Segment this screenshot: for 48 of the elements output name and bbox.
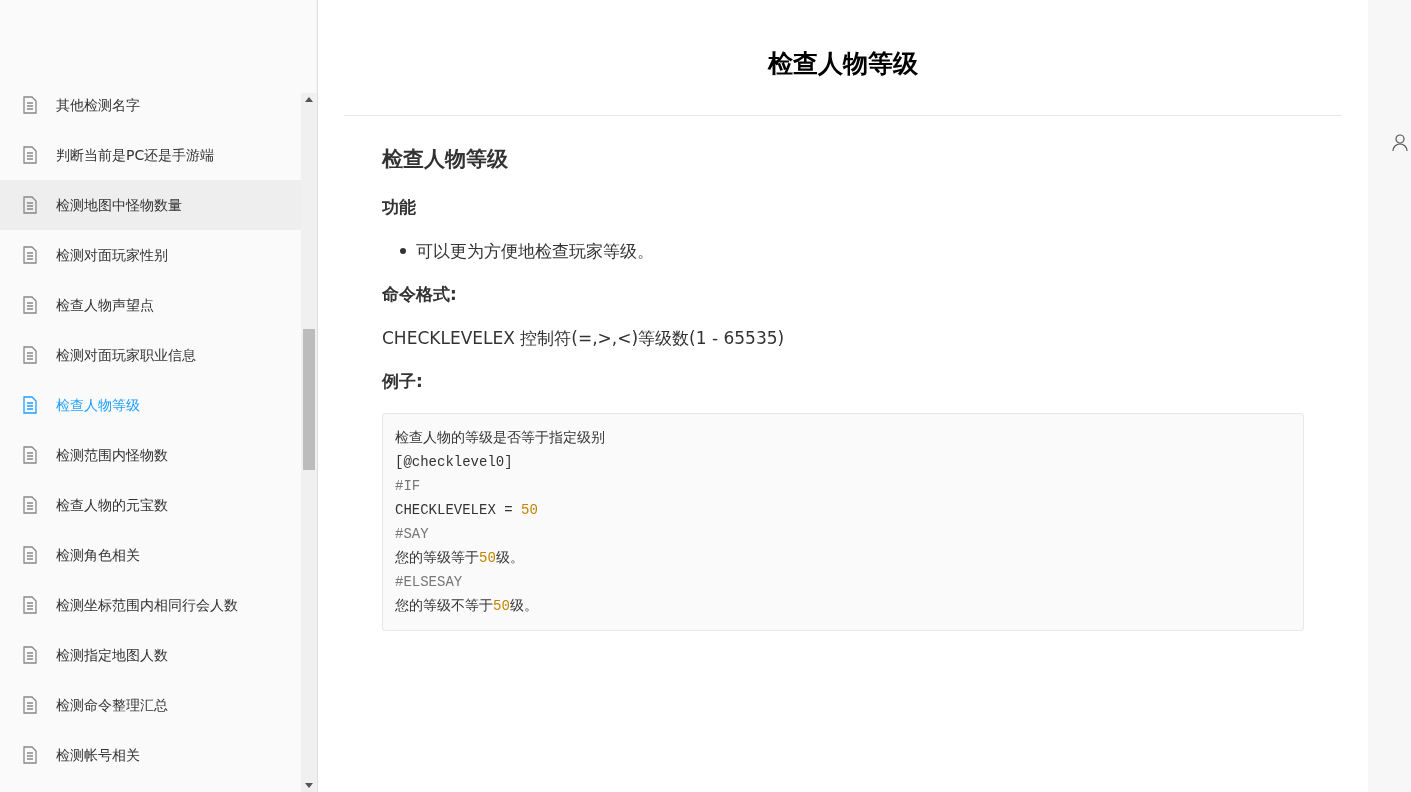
code-line: #IF bbox=[395, 476, 422, 496]
subheading: 功能 bbox=[382, 196, 417, 219]
paragraph: CHECKLEVELEX 控制符(=,>,<)等级数(1 - 65535) bbox=[382, 326, 786, 350]
sidebar-item[interactable]: 检测角色相关 bbox=[0, 530, 301, 580]
code-line: [@checklevel0] bbox=[395, 452, 514, 472]
sidebar-item[interactable]: 检测对面玩家职业信息 bbox=[0, 330, 301, 380]
page-title: 检查人物等级 bbox=[344, 0, 1342, 116]
bullet-icon bbox=[400, 248, 406, 255]
sidebar-item[interactable]: 检测地图中怪物数量 bbox=[0, 180, 301, 230]
sidebar-item[interactable]: 检测坐标范围内相同行会人数 bbox=[0, 580, 301, 630]
sidebar-item[interactable]: 检查人物的元宝数 bbox=[0, 480, 301, 530]
sidebar-item[interactable]: 检测指定地图人数 bbox=[0, 630, 301, 680]
code-line: #SAY bbox=[395, 524, 430, 544]
sidebar-item[interactable]: 检测命令整理汇总 bbox=[0, 680, 301, 730]
scrollbar[interactable] bbox=[301, 93, 317, 792]
code-line: 您的等级不等于50级。 bbox=[395, 596, 539, 616]
document-icon bbox=[22, 296, 38, 314]
subheading: 例子: bbox=[382, 370, 424, 393]
code-line: CHECKLEVELEX = 50 bbox=[395, 500, 539, 520]
document-icon bbox=[22, 96, 38, 114]
document-icon bbox=[22, 346, 38, 364]
sidebar-item[interactable]: 其他检测名字 bbox=[0, 93, 301, 130]
scrollbar-thumb[interactable] bbox=[303, 329, 315, 470]
code-line: #ELSESAY bbox=[395, 572, 464, 592]
code-line: 检查人物的等级是否等于指定级别 bbox=[395, 428, 606, 448]
document-icon bbox=[22, 246, 38, 264]
list-item-text: 可以更为方便地检查玩家等级。 bbox=[416, 239, 654, 263]
subheading: 命令格式: bbox=[382, 283, 458, 306]
sidebar-item[interactable]: 检测帐号相关 bbox=[0, 730, 301, 780]
sidebar-item[interactable]: 判断当前是PC还是手游端 bbox=[0, 130, 301, 180]
sidebar-item[interactable]: 检查人物声望点 bbox=[0, 280, 301, 330]
user-icon[interactable] bbox=[1392, 134, 1408, 152]
document-icon bbox=[22, 746, 38, 764]
document-icon bbox=[22, 596, 38, 614]
scroll-down-icon[interactable] bbox=[305, 783, 313, 788]
document-icon bbox=[22, 496, 38, 514]
document-icon bbox=[22, 146, 38, 164]
document-icon bbox=[22, 196, 38, 214]
section-heading: 检查人物等级 bbox=[382, 145, 509, 173]
scroll-up-icon[interactable] bbox=[305, 97, 313, 102]
document-icon bbox=[22, 396, 38, 414]
document-icon bbox=[22, 546, 38, 564]
sidebar-item[interactable]: 检测对面玩家性别 bbox=[0, 230, 301, 280]
document-icon bbox=[22, 446, 38, 464]
document-icon bbox=[22, 646, 38, 664]
document-icon bbox=[22, 696, 38, 714]
sidebar-item[interactable]: 检测范围内怪物数 bbox=[0, 430, 301, 480]
code-line: 您的等级等于50级。 bbox=[395, 548, 525, 568]
